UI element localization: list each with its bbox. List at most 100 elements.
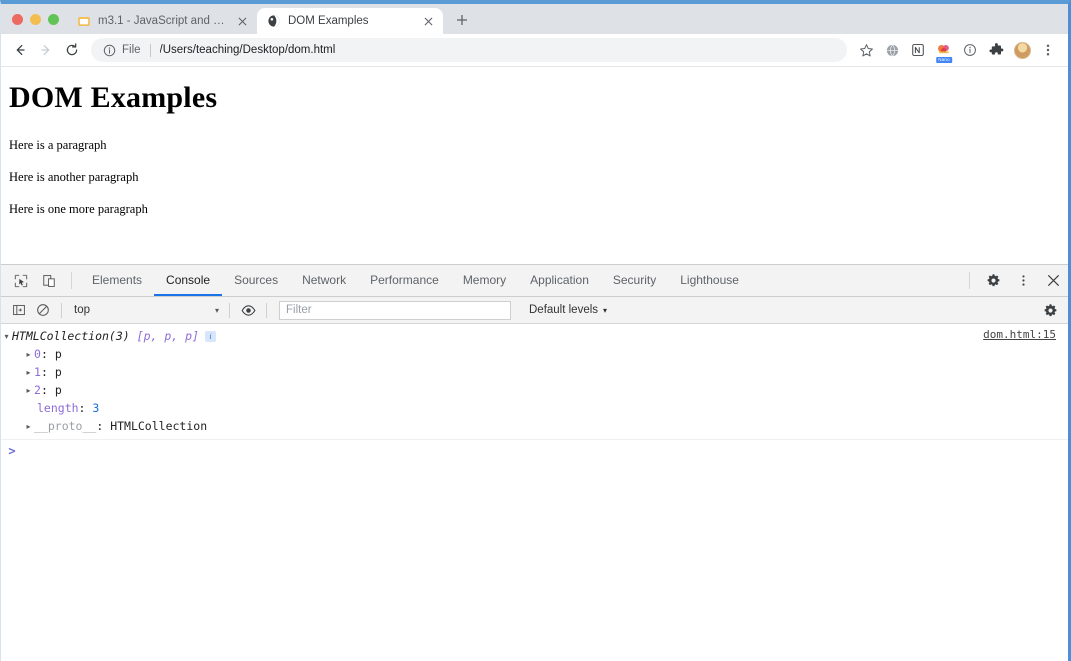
filter-placeholder: Filter: [286, 304, 312, 316]
device-toolbar-icon[interactable]: [35, 265, 63, 296]
object-property-row[interactable]: ▸ 2 : p: [1, 381, 1068, 399]
gear-icon: [1044, 303, 1056, 316]
tab-close-icon[interactable]: [235, 14, 249, 28]
chrome-menu-button[interactable]: [1036, 38, 1060, 62]
property-value: HTMLCollection: [110, 419, 208, 433]
disclosure-triangle-icon[interactable]: ▸: [23, 350, 34, 359]
browser-window: m3.1 - JavaScript and the DO DOM Example…: [0, 0, 1071, 661]
tab-label: Sources: [234, 272, 279, 287]
toolbar-icons: Nano: [854, 38, 1060, 63]
tab-console[interactable]: Console: [154, 265, 223, 296]
tab-memory[interactable]: Memory: [451, 265, 518, 296]
console-source-link[interactable]: dom.html:15: [983, 328, 1056, 341]
disclosure-triangle-icon[interactable]: ▸: [23, 422, 34, 431]
object-preview: [p, p, p]: [136, 329, 199, 343]
tab-list: m3.1 - JavaScript and the DO DOM Example…: [67, 4, 475, 34]
info-circle-icon[interactable]: [103, 44, 116, 57]
page-paragraph-3: Here is one more paragraph: [9, 202, 148, 216]
bookmark-star-icon[interactable]: [854, 38, 878, 62]
disclosure-triangle-icon[interactable]: ▸: [23, 368, 34, 377]
console-log-entry[interactable]: dom.html:15 ▾ HTMLCollection(3) [p, p, p…: [1, 324, 1068, 440]
maximize-window-button[interactable]: [48, 14, 59, 25]
close-window-button[interactable]: [12, 14, 23, 25]
devtools-close-icon[interactable]: [1038, 265, 1068, 296]
object-header-row[interactable]: ▾ HTMLCollection(3) [p, p, p] i: [1, 327, 1068, 345]
clear-console-icon[interactable]: [31, 299, 55, 321]
log-levels-label: Default levels: [529, 304, 599, 316]
object-property-row[interactable]: ▸ 0 : p: [1, 345, 1068, 363]
property-value: p: [54, 365, 62, 379]
page-paragraph-2: Here is another paragraph: [9, 170, 139, 184]
chevron-down-icon: ▾: [214, 305, 219, 315]
url-text: /Users/teaching/Desktop/dom.html: [159, 44, 336, 56]
settings-gear-icon[interactable]: [978, 265, 1008, 296]
object-property-row[interactable]: ▸ 1 : p: [1, 363, 1068, 381]
address-bar[interactable]: File /Users/teaching/Desktop/dom.html: [91, 38, 847, 62]
info-badge-icon[interactable]: i: [204, 330, 216, 342]
kebab-menu-icon: [1046, 44, 1050, 56]
context-value: top: [74, 304, 90, 316]
close-icon: [238, 17, 246, 25]
note-icon: [912, 44, 924, 56]
arrow-right-icon: [41, 44, 50, 56]
forward-button[interactable]: [33, 37, 59, 63]
tab-security[interactable]: Security: [601, 265, 668, 296]
toolbar-divider: [61, 302, 62, 318]
profile-avatar-button[interactable]: [1010, 38, 1034, 62]
cursor-select-icon: [14, 274, 28, 287]
browser-tab-inactive[interactable]: m3.1 - JavaScript and the DO: [67, 8, 257, 34]
log-levels-select[interactable]: Default levels ▾: [529, 304, 607, 316]
reload-button[interactable]: [59, 37, 85, 63]
property-separator: :: [40, 383, 48, 397]
notion-icon[interactable]: [906, 38, 930, 62]
devtools-tabs: Elements Console Sources Network Perform…: [80, 265, 961, 296]
globe-icon: [268, 15, 280, 27]
devtools-more-menu-icon[interactable]: [1008, 265, 1038, 296]
execution-context-select[interactable]: top ▾: [68, 304, 223, 316]
tab-lighthouse[interactable]: Lighthouse: [668, 265, 751, 296]
globe-icon: [886, 44, 898, 57]
console-output: dom.html:15 ▾ HTMLCollection(3) [p, p, p…: [1, 324, 1068, 645]
tab-close-icon[interactable]: [421, 14, 435, 28]
disclosure-triangle-expanded-icon[interactable]: ▾: [1, 332, 12, 341]
property-key: 0: [34, 347, 41, 361]
devtools-tab-bar: Elements Console Sources Network Perform…: [1, 265, 1068, 297]
window-controls: [12, 14, 59, 25]
tab-performance[interactable]: Performance: [358, 265, 451, 296]
globe-gray-icon[interactable]: [880, 38, 904, 62]
live-expression-eye-icon[interactable]: [236, 299, 260, 321]
disclosure-triangle-icon[interactable]: ▸: [23, 386, 34, 395]
property-key: 2: [34, 383, 41, 397]
tab-sources[interactable]: Sources: [222, 265, 290, 296]
minimize-window-button[interactable]: [30, 14, 41, 25]
console-toolbar: top ▾ Filter Default levels ▾: [1, 297, 1068, 324]
property-separator: :: [40, 365, 48, 379]
property-separator: :: [78, 401, 86, 415]
nano-extension-icon[interactable]: Nano: [932, 38, 956, 63]
folder-icon: [78, 17, 90, 26]
tab-elements[interactable]: Elements: [80, 265, 154, 296]
console-sidebar-icon[interactable]: [7, 299, 31, 321]
url-scheme-label: File: [122, 44, 141, 56]
page-paragraph-1: Here is a paragraph: [9, 138, 107, 152]
property-value: p: [54, 347, 62, 361]
tab-title: DOM Examples: [288, 15, 369, 27]
responsive-device-icon: [43, 274, 55, 287]
browser-tab-active[interactable]: DOM Examples: [257, 8, 443, 34]
page-title: DOM Examples: [9, 81, 218, 114]
object-proto-row[interactable]: ▸ __proto__ : HTMLCollection: [1, 417, 1068, 435]
puzzle-extensions-icon[interactable]: [984, 38, 1008, 62]
console-settings-gear-icon[interactable]: [1038, 299, 1062, 321]
tab-network[interactable]: Network: [290, 265, 358, 296]
nano-badge-label: Nano: [936, 57, 952, 63]
tab-application[interactable]: Application: [518, 265, 601, 296]
console-prompt-row[interactable]: >: [1, 440, 1068, 460]
info-icon[interactable]: [958, 38, 982, 62]
toolbar-divider: [229, 302, 230, 318]
no-entry-icon: [37, 304, 49, 316]
inspect-element-icon[interactable]: [7, 265, 35, 296]
back-button[interactable]: [7, 37, 33, 63]
new-tab-button[interactable]: [449, 7, 475, 33]
devtools-divider: [969, 272, 970, 289]
console-filter-input[interactable]: Filter: [279, 300, 511, 320]
